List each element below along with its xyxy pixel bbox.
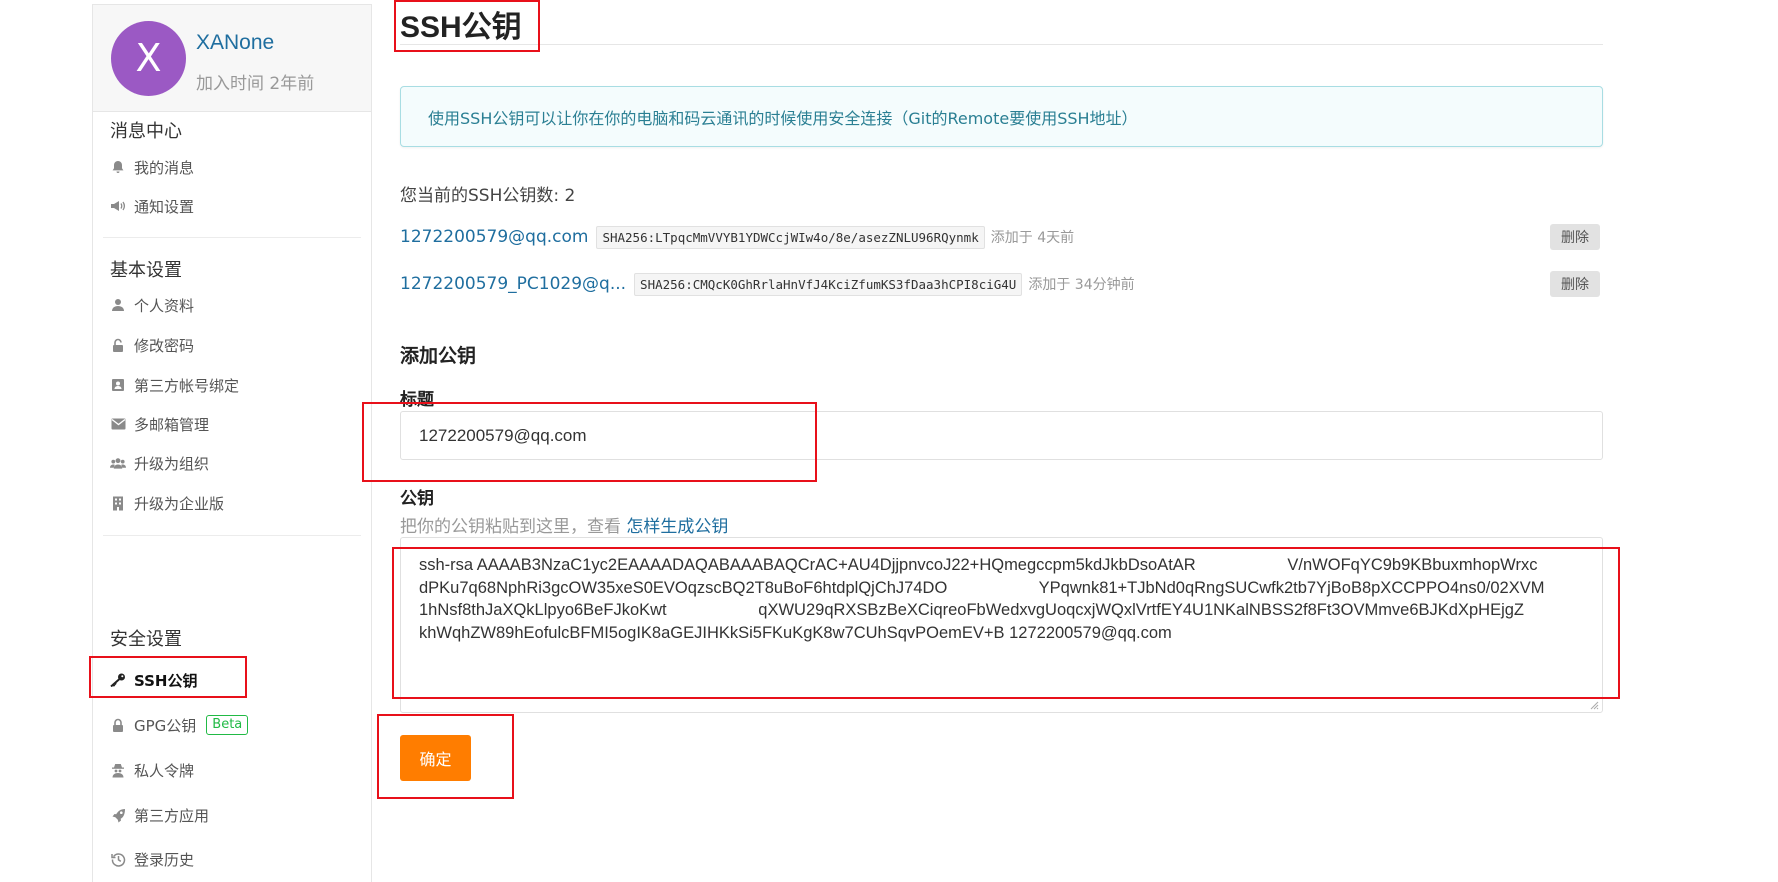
user-icon (110, 297, 126, 313)
sidebar-item-third-party-binding[interactable]: 第三方帐号绑定 (110, 372, 239, 398)
join-time: 加入时间 2年前 (196, 74, 315, 94)
key-count: 您当前的SSH公钥数: 2 (400, 186, 576, 206)
key-icon (110, 672, 126, 688)
sidebar-item-change-password[interactable]: 修改密码 (110, 332, 194, 358)
sidebar-item-my-messages[interactable]: 我的消息 (110, 154, 194, 180)
username-link[interactable]: XANone (196, 31, 274, 55)
title-field-label: 标题 (400, 390, 434, 410)
how-to-generate-key-link[interactable]: 怎样生成公钥 (626, 517, 728, 537)
ssh-key-fingerprint: SHA256:LTpqcMmVVYB1YDWCcjWIw4o/8e/asezZN… (596, 225, 985, 249)
sidebar-item-gpg-keys[interactable]: GPG公钥 Beta (110, 712, 249, 738)
page: X XANone 加入时间 2年前 消息中心 我的消息 通知设置 基本设置 个人… (0, 0, 1778, 882)
bell-icon (110, 159, 126, 175)
submit-button[interactable]: 确定 (400, 735, 471, 781)
building-icon (110, 495, 126, 511)
beta-badge: Beta (206, 715, 249, 735)
ssh-key-title-link[interactable]: 1272200579@qq.com (400, 227, 588, 247)
sidebar-item-label: 登录历史 (134, 850, 195, 869)
info-text: 使用SSH公钥可以让你在你的电脑和码云通讯的时候使用安全连接（Git的Remot… (428, 108, 1138, 128)
sidebar-divider (103, 237, 361, 238)
sidebar-item-email-management[interactable]: 多邮箱管理 (110, 411, 209, 437)
title-divider (400, 44, 1603, 45)
history-icon (110, 851, 126, 867)
ssh-key-added-time: 添加于 34分钟前 (1028, 277, 1135, 293)
group-title-messages: 消息中心 (110, 121, 182, 142)
key-hint: 把你的公钥粘贴到这里，查看 怎样生成公钥 (400, 512, 728, 537)
sidebar-item-label: 多邮箱管理 (134, 415, 210, 434)
sidebar-item-label: 私人令牌 (134, 761, 195, 780)
sidebar-item-label: GPG公钥 (134, 716, 197, 735)
group-title-security-settings: 安全设置 (110, 629, 182, 650)
ssh-key-title-link[interactable]: 1272200579_PC1029@q... (400, 274, 626, 294)
sidebar-item-upgrade-org[interactable]: 升级为组织 (110, 450, 209, 476)
delete-key-button[interactable]: 删除 (1550, 224, 1600, 250)
sidebar-item-ssh-keys[interactable]: SSH公钥 (110, 667, 198, 693)
sidebar-item-private-tokens[interactable]: 私人令牌 (110, 757, 194, 783)
resize-grip-icon[interactable] (1590, 701, 1599, 710)
sidebar: X XANone 加入时间 2年前 消息中心 我的消息 通知设置 基本设置 个人… (92, 4, 372, 882)
user-secret-icon (110, 762, 126, 778)
sidebar-item-label: 个人资料 (134, 296, 195, 315)
sidebar-item-label: 通知设置 (134, 197, 195, 216)
unlock-icon (110, 337, 126, 353)
sidebar-divider (103, 535, 361, 536)
profile-card: X XANone 加入时间 2年前 (93, 5, 371, 112)
page-title: SSH公钥 (400, 11, 522, 44)
sidebar-item-third-party-apps[interactable]: 第三方应用 (110, 802, 209, 828)
info-message: 使用SSH公钥可以让你在你的电脑和码云通讯的时候使用安全连接（Git的Remot… (400, 86, 1603, 147)
contact-card-icon (110, 377, 126, 393)
key-field-label: 公钥 (400, 489, 434, 509)
public-key-textarea[interactable]: ssh-rsa AAAAB3NzaC1yc2EAAAADAQABAAABAQCr… (400, 537, 1603, 713)
group-title-basic-settings: 基本设置 (110, 260, 182, 281)
ssh-key-row: 1272200579@qq.com SHA256:LTpqcMmVVYB1YDW… (400, 223, 1603, 251)
ssh-key-row: 1272200579_PC1029@q... SHA256:CMQcK0GhRr… (400, 270, 1603, 298)
sidebar-item-upgrade-enterprise[interactable]: 升级为企业版 (110, 490, 224, 516)
key-title-input[interactable]: 1272200579@qq.com (400, 411, 1603, 460)
sidebar-item-label: 修改密码 (134, 336, 195, 355)
megaphone-icon (110, 198, 126, 214)
sidebar-item-label: 升级为组织 (134, 454, 210, 473)
sidebar-item-label: 第三方帐号绑定 (134, 376, 240, 395)
sidebar-item-label: 我的消息 (134, 158, 195, 177)
sidebar-item-notification-settings[interactable]: 通知设置 (110, 193, 194, 219)
envelope-icon (110, 416, 126, 432)
sidebar-item-login-history[interactable]: 登录历史 (110, 846, 194, 872)
ssh-key-fingerprint: SHA256:CMQcK0GhRrlaHnVfJ4KciZfumKS3fDaa3… (634, 272, 1023, 296)
sidebar-item-profile[interactable]: 个人资料 (110, 292, 194, 318)
sidebar-item-label: 升级为企业版 (134, 494, 225, 513)
ssh-key-added-time: 添加于 4天前 (990, 230, 1075, 246)
delete-key-button[interactable]: 删除 (1550, 271, 1600, 297)
sidebar-item-label: SSH公钥 (134, 671, 198, 690)
hint-text: 把你的公钥粘贴到这里，查看 (400, 517, 627, 537)
add-key-heading: 添加公钥 (400, 345, 477, 367)
sidebar-item-label: 第三方应用 (134, 806, 210, 825)
avatar[interactable]: X (111, 21, 186, 96)
users-icon (110, 455, 126, 471)
lock-icon (110, 717, 126, 733)
rocket-icon (110, 807, 126, 823)
